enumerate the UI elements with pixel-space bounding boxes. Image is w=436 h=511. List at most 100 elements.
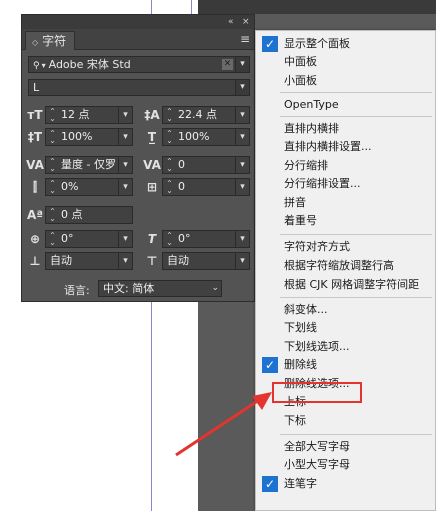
horizontal-scale-field[interactable]: ⌃ ⌄ 100% ▾ <box>162 128 250 146</box>
chevron-down-icon[interactable]: ▾ <box>118 179 132 195</box>
panel-menu-icon[interactable]: ≡ <box>240 33 250 45</box>
aki-right-field[interactable]: 自动 ▾ <box>162 252 250 270</box>
chevron-down-icon[interactable]: ▾ <box>118 129 132 145</box>
chevron-down-icon[interactable]: ▾ <box>235 253 249 269</box>
chevron-down-icon[interactable]: ▾ <box>235 157 249 173</box>
chevron-down-icon[interactable]: ▾ <box>235 129 249 145</box>
menu-item[interactable]: ✓ 显示整个面板 <box>256 35 435 53</box>
chevron-down-icon[interactable]: ▾ <box>235 80 249 95</box>
stepper-icon[interactable]: ⌃ ⌄ <box>164 130 175 145</box>
screen: « × ◇ 字符 ≡ ⚲ ▾ Adobe 宋体 Std ✕ ▾ L ▾ ᴛT ⌃ ⌄ 1… <box>0 0 436 511</box>
chevron-down-icon[interactable]: ▾ <box>235 231 249 247</box>
menu-item[interactable]: 下划线选项... <box>256 338 435 356</box>
tracking-value: 0 <box>178 158 185 171</box>
aki-left-field[interactable]: 自动 ▾ <box>45 252 133 270</box>
font-style-field[interactable]: L ▾ <box>28 79 250 96</box>
menu-item-label: 分行缩排 <box>284 159 328 172</box>
tsume-field[interactable]: ⌃ ⌄ 0% ▾ <box>45 178 133 196</box>
font-family-value: Adobe 宋体 Std <box>48 58 131 71</box>
pasteboard-top-bar <box>198 0 436 14</box>
tab-character[interactable]: ◇ 字符 <box>25 31 76 50</box>
stepper-icon[interactable]: ⌃ ⌄ <box>164 180 175 195</box>
chevron-down-icon[interactable]: ▾ <box>118 107 132 123</box>
menu-item[interactable]: 拼音 <box>256 194 435 212</box>
menu-item[interactable]: 小面板 <box>256 72 435 90</box>
menu-item[interactable]: 下划线 <box>256 319 435 337</box>
language-select[interactable]: 中文: 简体 ⌄ <box>98 280 222 297</box>
aki-right-icon: ⊤ <box>146 254 158 268</box>
menu-item-label: 根据字符缩放调整行高 <box>284 259 394 272</box>
menu-item[interactable]: 分行缩排设置... <box>256 175 435 193</box>
menu-item[interactable]: ✓ 删除线 <box>256 356 435 374</box>
menu-item-label: 直排内横排设置... <box>284 140 372 153</box>
stepper-icon[interactable]: ⌃ ⌄ <box>47 158 58 173</box>
clear-icon[interactable]: ✕ <box>222 59 233 70</box>
stepper-icon[interactable]: ⌃ ⌄ <box>47 130 58 145</box>
menu-item-label: 下划线 <box>284 321 317 334</box>
kerning-icon: VA <box>26 158 44 172</box>
font-size-field[interactable]: ⌃ ⌄ 12 点 ▾ <box>45 106 133 124</box>
font-family-field[interactable]: ⚲ ▾ Adobe 宋体 Std ✕ ▾ <box>28 56 250 73</box>
chevron-down-icon[interactable]: ▾ <box>118 157 132 173</box>
chevron-down-icon[interactable]: ▾ <box>235 107 249 123</box>
scale-row: ‡T ⌃ ⌄ 100% ▾ T̲ ⌃ ⌄ 100% ▾ <box>22 128 256 148</box>
menu-item[interactable]: 斜变体... <box>256 301 435 319</box>
chevron-down-icon[interactable]: ⌄ <box>211 281 219 296</box>
font-size-icon: ᴛT <box>27 108 43 122</box>
rotation-field[interactable]: ⌃ ⌄ 0° ▾ <box>45 230 133 248</box>
horizontal-scale-value: 100% <box>178 130 210 143</box>
stepper-icon[interactable]: ⌃ ⌄ <box>47 108 58 123</box>
checkmark-icon: ✓ <box>262 357 278 373</box>
menu-item[interactable]: 直排内横排 <box>256 120 435 138</box>
tracking-field[interactable]: ⌃ ⌄ 0 ▾ <box>162 156 250 174</box>
menu-item[interactable]: 字符对齐方式 <box>256 238 435 256</box>
menu-item-label: 全部大写字母 <box>284 440 350 453</box>
panel-flyout-menu: ✓ 显示整个面板中面板 小面板 OpenType 直排内横排直排内横排设置... 分行缩排… <box>255 30 436 511</box>
baseline-shift-field[interactable]: ⌃ ⌄ 0 点 <box>45 206 133 224</box>
leading-field[interactable]: ⌃ ⌄ 22.4 点 ▾ <box>162 106 250 124</box>
menu-item[interactable]: 中面板 <box>256 53 435 71</box>
stepper-icon[interactable]: ⌃ ⌄ <box>164 232 175 247</box>
mojikumi-field[interactable]: ⌃ ⌄ 0 ▾ <box>162 178 250 196</box>
chevron-down-icon[interactable]: ▾ <box>118 253 132 269</box>
skew-field[interactable]: ⌃ ⌄ 0° ▾ <box>162 230 250 248</box>
collapse-icon[interactable]: « <box>228 16 234 28</box>
stepper-icon[interactable]: ⌃ ⌄ <box>47 208 58 223</box>
menu-item[interactable]: 下标 <box>256 412 435 430</box>
close-icon[interactable]: × <box>242 16 250 28</box>
chevron-down-icon[interactable]: ▾ <box>118 231 132 247</box>
checkmark-icon: ✓ <box>262 36 278 52</box>
stepper-icon[interactable]: ⌃ ⌄ <box>164 108 175 123</box>
menu-item[interactable]: 小型大写字母 <box>256 456 435 474</box>
menu-item-label: 字符对齐方式 <box>284 240 350 253</box>
menu-item-label: 拼音 <box>284 196 306 209</box>
tsume-value: 0% <box>61 180 79 193</box>
stepper-icon[interactable]: ⌃ ⌄ <box>47 180 58 195</box>
vertical-scale-value: 100% <box>61 130 93 143</box>
stepper-icon[interactable]: ⌃ ⌄ <box>164 158 175 173</box>
chevron-down-icon[interactable]: ▾ <box>235 57 249 72</box>
kerning-field[interactable]: ⌃ ⌄ 量度 - 仅罗 ▾ <box>45 156 133 174</box>
panel-tab-row: ◇ 字符 ≡ <box>22 29 254 50</box>
menu-item[interactable]: 根据 CJK 网格调整字符间距 <box>256 276 435 294</box>
menu-item[interactable]: OpenType <box>256 96 435 114</box>
menu-item-label: 分行缩排设置... <box>284 177 361 190</box>
tsume-row: ⫿ ⌃ ⌄ 0% ▾ ⊞ ⌃ ⌄ 0 ▾ <box>22 178 256 198</box>
menu-item-label: 着重号 <box>284 214 317 227</box>
menu-item[interactable]: 分行缩排 <box>256 157 435 175</box>
menu-item[interactable]: 全部大写字母 <box>256 438 435 456</box>
menu-item[interactable]: ✓ 连笔字 <box>256 475 435 493</box>
chevron-down-icon[interactable]: ▾ <box>235 179 249 195</box>
aki-right-value: 自动 <box>167 254 189 267</box>
menu-item[interactable]: 根据字符缩放调整行高 <box>256 257 435 275</box>
stepper-icon[interactable]: ⌃ ⌄ <box>47 232 58 247</box>
vertical-scale-field[interactable]: ⌃ ⌄ 100% ▾ <box>45 128 133 146</box>
menu-item-label: 删除线 <box>284 358 317 371</box>
highlight-box <box>272 382 362 403</box>
menu-item-label: 连笔字 <box>284 477 317 490</box>
menu-item[interactable]: 直排内横排设置... <box>256 138 435 156</box>
menu-item[interactable]: 着重号 <box>256 212 435 230</box>
baseline-shift-icon: Aª <box>26 208 44 222</box>
menu-item-label: 显示整个面板 <box>284 37 350 50</box>
panel-title-bar[interactable]: « × <box>22 15 254 29</box>
